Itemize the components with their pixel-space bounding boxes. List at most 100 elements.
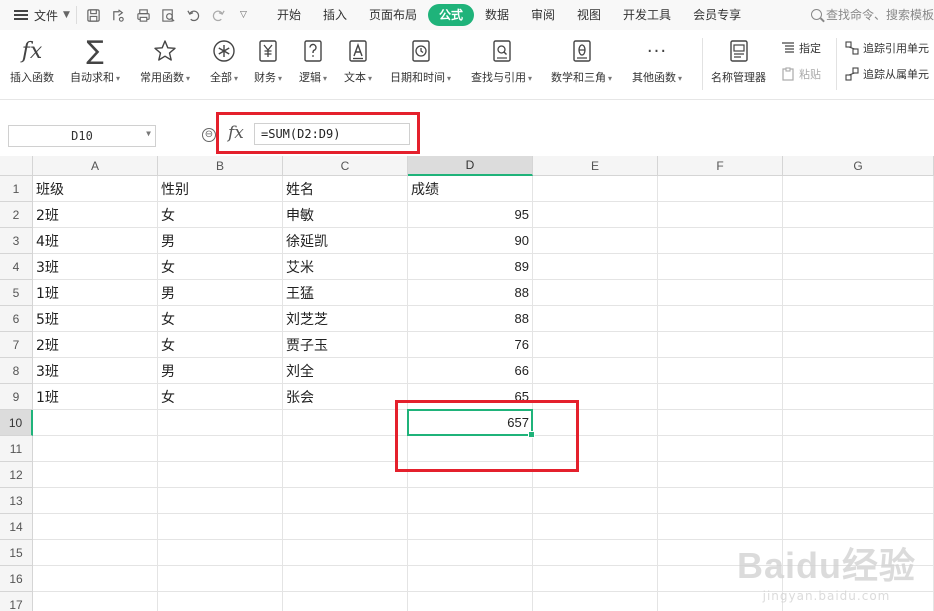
cell-c16[interactable]: [283, 566, 408, 592]
cell-c11[interactable]: [283, 436, 408, 462]
cell-g17[interactable]: [783, 592, 934, 611]
column-header-e[interactable]: E: [533, 156, 658, 176]
cell-e2[interactable]: [533, 202, 658, 228]
row-header-1[interactable]: 1: [0, 176, 33, 202]
fx-icon[interactable]: fx: [228, 123, 244, 143]
cell-b17[interactable]: [158, 592, 283, 611]
cell-g5[interactable]: [783, 280, 934, 306]
cell-d1[interactable]: 成绩: [408, 176, 533, 202]
tab-home[interactable]: 开始: [266, 4, 312, 26]
cell-a1[interactable]: 班级: [33, 176, 158, 202]
cell-d17[interactable]: [408, 592, 533, 611]
chevron-down-icon[interactable]: ▼: [146, 129, 151, 138]
column-header-g[interactable]: G: [783, 156, 934, 176]
cell-c9[interactable]: 张会: [283, 384, 408, 410]
cell-f2[interactable]: [658, 202, 783, 228]
cell-e10[interactable]: [533, 410, 658, 436]
cell-e4[interactable]: [533, 254, 658, 280]
cell-g2[interactable]: [783, 202, 934, 228]
cell-e11[interactable]: [533, 436, 658, 462]
row-header-3[interactable]: 3: [0, 228, 33, 254]
cell-a8[interactable]: 3班: [33, 358, 158, 384]
row-header-16[interactable]: 16: [0, 566, 33, 592]
row-header-2[interactable]: 2: [0, 202, 33, 228]
cell-f6[interactable]: [658, 306, 783, 332]
cell-g3[interactable]: [783, 228, 934, 254]
cell-a13[interactable]: [33, 488, 158, 514]
cell-a15[interactable]: [33, 540, 158, 566]
cell-c1[interactable]: 姓名: [283, 176, 408, 202]
cell-c4[interactable]: 艾米: [283, 254, 408, 280]
cell-b9[interactable]: 女: [158, 384, 283, 410]
cell-c3[interactable]: 徐延凯: [283, 228, 408, 254]
cell-b1[interactable]: 性别: [158, 176, 283, 202]
trace-precedents-button[interactable]: 追踪引用单元: [845, 40, 929, 56]
cell-c5[interactable]: 王猛: [283, 280, 408, 306]
cell-a3[interactable]: 4班: [33, 228, 158, 254]
cell-d10[interactable]: 657: [408, 410, 533, 436]
cell-d12[interactable]: [408, 462, 533, 488]
cell-b11[interactable]: [158, 436, 283, 462]
cell-f10[interactable]: [658, 410, 783, 436]
cell-d11[interactable]: [408, 436, 533, 462]
cell-f14[interactable]: [658, 514, 783, 540]
cell-d7[interactable]: 76: [408, 332, 533, 358]
customize-chevron-icon[interactable]: ▽: [235, 7, 252, 24]
cell-e13[interactable]: [533, 488, 658, 514]
cell-e6[interactable]: [533, 306, 658, 332]
cell-c13[interactable]: [283, 488, 408, 514]
cell-e17[interactable]: [533, 592, 658, 611]
cell-b8[interactable]: 男: [158, 358, 283, 384]
all-functions-button[interactable]: 全部 ▾: [210, 36, 238, 85]
cell-d14[interactable]: [408, 514, 533, 540]
cell-f4[interactable]: [658, 254, 783, 280]
cell-a11[interactable]: [33, 436, 158, 462]
cell-f17[interactable]: [658, 592, 783, 611]
cell-a12[interactable]: [33, 462, 158, 488]
column-header-b[interactable]: B: [158, 156, 283, 176]
row-header-12[interactable]: 12: [0, 462, 33, 488]
cell-e15[interactable]: [533, 540, 658, 566]
cell-b7[interactable]: 女: [158, 332, 283, 358]
cell-f5[interactable]: [658, 280, 783, 306]
cell-d3[interactable]: 90: [408, 228, 533, 254]
cell-g11[interactable]: [783, 436, 934, 462]
cell-f15[interactable]: [658, 540, 783, 566]
cell-a17[interactable]: [33, 592, 158, 611]
cell-f8[interactable]: [658, 358, 783, 384]
cell-f16[interactable]: [658, 566, 783, 592]
cell-e7[interactable]: [533, 332, 658, 358]
lookup-reference-button[interactable]: 查找与引用 ▾: [471, 36, 532, 85]
cell-e3[interactable]: [533, 228, 658, 254]
financial-button[interactable]: 财务 ▾: [254, 36, 282, 85]
cell-d16[interactable]: [408, 566, 533, 592]
tab-data[interactable]: 数据: [474, 4, 520, 26]
tab-member[interactable]: 会员专享: [682, 4, 752, 26]
print-icon[interactable]: [135, 7, 152, 24]
tab-page-layout[interactable]: 页面布局: [358, 4, 428, 26]
cell-g15[interactable]: [783, 540, 934, 566]
cell-g4[interactable]: [783, 254, 934, 280]
formula-input[interactable]: =SUM(D2:D9): [254, 123, 410, 145]
cell-b2[interactable]: 女: [158, 202, 283, 228]
cell-d6[interactable]: 88: [408, 306, 533, 332]
cell-c2[interactable]: 申敏: [283, 202, 408, 228]
logical-button[interactable]: 逻辑 ▾: [299, 36, 327, 85]
column-header-a[interactable]: A: [33, 156, 158, 176]
cell-b15[interactable]: [158, 540, 283, 566]
tab-developer[interactable]: 开发工具: [612, 4, 682, 26]
cell-a7[interactable]: 2班: [33, 332, 158, 358]
cell-e14[interactable]: [533, 514, 658, 540]
export-icon[interactable]: [110, 7, 127, 24]
cell-a9[interactable]: 1班: [33, 384, 158, 410]
cell-g12[interactable]: [783, 462, 934, 488]
row-header-5[interactable]: 5: [0, 280, 33, 306]
cell-e12[interactable]: [533, 462, 658, 488]
tab-formulas[interactable]: 公式: [427, 4, 474, 26]
row-header-10[interactable]: 10: [0, 410, 33, 436]
cell-c12[interactable]: [283, 462, 408, 488]
cell-g14[interactable]: [783, 514, 934, 540]
row-header-17[interactable]: 17: [0, 592, 33, 611]
cell-c10[interactable]: [283, 410, 408, 436]
cell-a16[interactable]: [33, 566, 158, 592]
